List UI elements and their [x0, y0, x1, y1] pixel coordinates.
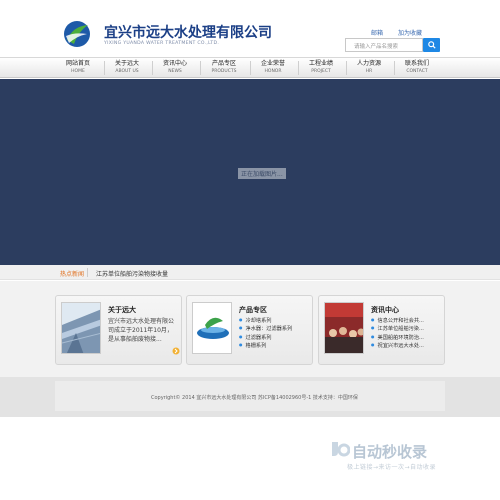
hero-banner[interactable]: 正在加载图片...: [0, 79, 500, 265]
products-card: 产品专区 冷却塔系列 净水器：过滤器系列 过滤器系列 格栅系列: [186, 295, 313, 365]
more-icon[interactable]: [172, 347, 180, 355]
about-image[interactable]: [61, 302, 101, 354]
nav-news[interactable]: 资讯中心 NEWS: [148, 58, 202, 78]
about-text: 宜兴市远大水处理有限公司成立于2011年10月，是从事船舶废物接...: [108, 318, 175, 343]
about-title[interactable]: 关于远大: [108, 305, 136, 315]
ticker-headline[interactable]: 江苏单位船舶污染物接收量: [96, 269, 168, 278]
news-ticker: 热点新闻 江苏单位船舶污染物接收量: [0, 265, 500, 280]
nav-hr[interactable]: 人力资源 HR: [342, 58, 396, 78]
nav-project[interactable]: 工程业绩 PROJECT: [294, 58, 348, 78]
nav-contact[interactable]: 联系我们 CONTACT: [390, 58, 444, 78]
nav-label: 工程业绩: [308, 60, 333, 67]
search-icon: [427, 41, 436, 49]
list-item[interactable]: 冷却塔系列: [239, 317, 292, 325]
watermark-logo-icon: [332, 442, 350, 457]
news-list: 信息公开和社会共... 江苏单位船舶污染... 美国船舶环境防治... 祝宜兴市…: [371, 317, 424, 350]
nav-label: 资讯中心: [162, 60, 187, 67]
news-title[interactable]: 资讯中心: [371, 305, 399, 315]
nav-label-en: HOME: [71, 69, 85, 74]
list-item[interactable]: 祝宜兴市远大水处...: [371, 342, 424, 350]
list-item[interactable]: 净水器：过滤器系列: [239, 325, 293, 333]
ticker-label: 热点新闻: [60, 271, 85, 278]
news-card: 资讯中心 信息公开和社会共... 江苏单位船舶污染... 美国船舶环境防治...…: [318, 295, 445, 365]
company-name-en: YIXING YUANDA WATER TREATMENT CO.,LTD.: [104, 41, 220, 46]
products-title[interactable]: 产品专区: [239, 305, 267, 315]
nav-label: 关于远大: [114, 60, 139, 67]
nav-label-en: ABOUT US: [115, 69, 139, 74]
nav-label: 联系我们: [404, 60, 429, 67]
nav-label: 产品专区: [211, 60, 236, 67]
search-button[interactable]: [423, 38, 440, 52]
favorite-link[interactable]: 加为收藏: [398, 30, 422, 37]
list-item[interactable]: 江苏单位船舶污染...: [371, 325, 424, 333]
email-link[interactable]: 邮箱: [371, 30, 383, 37]
about-card: 关于远大 宜兴市远大水处理有限公司成立于2011年10月，是从事船舶废物接...: [55, 295, 182, 365]
nav-about[interactable]: 关于远大 ABOUT US: [100, 58, 154, 78]
nav-label-en: CONTACT: [406, 69, 428, 74]
nav-products[interactable]: 产品专区 PRODUCTS: [197, 58, 251, 78]
page: 宜兴市远大水处理有限公司 YIXING YUANDA WATER TREATME…: [0, 0, 500, 500]
list-item[interactable]: 过滤器系列: [239, 334, 292, 342]
nav-label-en: HR: [365, 69, 373, 74]
nav-label: 网站首页: [65, 60, 90, 67]
products-image[interactable]: [192, 302, 232, 354]
nav-home[interactable]: 网站首页 HOME: [51, 58, 105, 78]
nav-label-en: HONOR: [264, 69, 282, 74]
list-item[interactable]: 格栅系列: [239, 342, 292, 350]
news-image[interactable]: [324, 302, 364, 354]
list-item[interactable]: 美国船舶环境防治...: [371, 334, 424, 342]
products-list: 冷却塔系列 净水器：过滤器系列 过滤器系列 格栅系列: [239, 317, 293, 350]
nav-label-en: NEWS: [168, 69, 182, 74]
search-input[interactable]: 请输入产品名搜索: [345, 38, 423, 52]
ticker-divider: [87, 268, 88, 277]
nav-honor[interactable]: 企业荣誉 HONOR: [246, 58, 300, 78]
nav-label: 人力资源: [356, 60, 381, 67]
watermark-title: 自动秒收录: [352, 443, 428, 461]
nav-label-en: PROJECT: [311, 69, 331, 74]
watermark-subtitle: 极上链接→来访一次→自动收录: [347, 464, 437, 471]
copyright-text: Copyright© 2014 宜兴市远大水处理有限公司 苏ICP备140029…: [151, 395, 358, 401]
top-links: 邮箱 加为收藏: [371, 28, 435, 37]
company-logo[interactable]: [63, 20, 91, 48]
nav-label: 企业荣誉: [260, 60, 285, 67]
main-nav: 网站首页 HOME 关于远大 ABOUT US 资讯中心 NEWS 产品专区 P…: [0, 57, 500, 78]
company-name: 宜兴市远大水处理有限公司: [104, 25, 272, 41]
banner-loading-text: 正在加载图片...: [238, 168, 286, 179]
list-item[interactable]: 信息公开和社会共...: [371, 317, 424, 325]
nav-label-en: PRODUCTS: [211, 69, 237, 74]
